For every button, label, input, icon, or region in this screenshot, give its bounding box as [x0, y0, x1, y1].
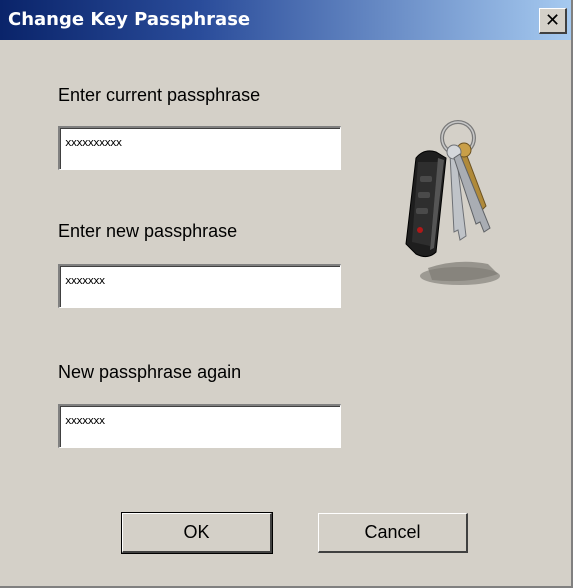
close-icon: ✕ — [544, 10, 561, 31]
confirm-passphrase-label: New passphrase again — [58, 362, 242, 382]
close-button[interactable]: ✕ — [539, 8, 567, 34]
current-passphrase-field[interactable]: xxxxxxxxxx — [58, 126, 341, 170]
current-passphrase-label: Enter current passphrase — [58, 85, 261, 105]
change-passphrase-dialog: Change Key Passphrase ✕ Enter current pa… — [0, 0, 573, 588]
new-passphrase-field[interactable]: xxxxxxx — [58, 264, 341, 308]
cancel-button[interactable]: Cancel — [318, 513, 468, 553]
dialog-title: Change Key Passphrase — [8, 9, 251, 30]
keychain-icon — [398, 118, 518, 298]
confirm-passphrase-field[interactable]: xxxxxxx — [58, 404, 341, 448]
ok-button[interactable]: OK — [121, 512, 273, 554]
new-passphrase-label: Enter new passphrase — [58, 221, 238, 241]
title-bar[interactable]: Change Key Passphrase ✕ — [0, 0, 571, 40]
